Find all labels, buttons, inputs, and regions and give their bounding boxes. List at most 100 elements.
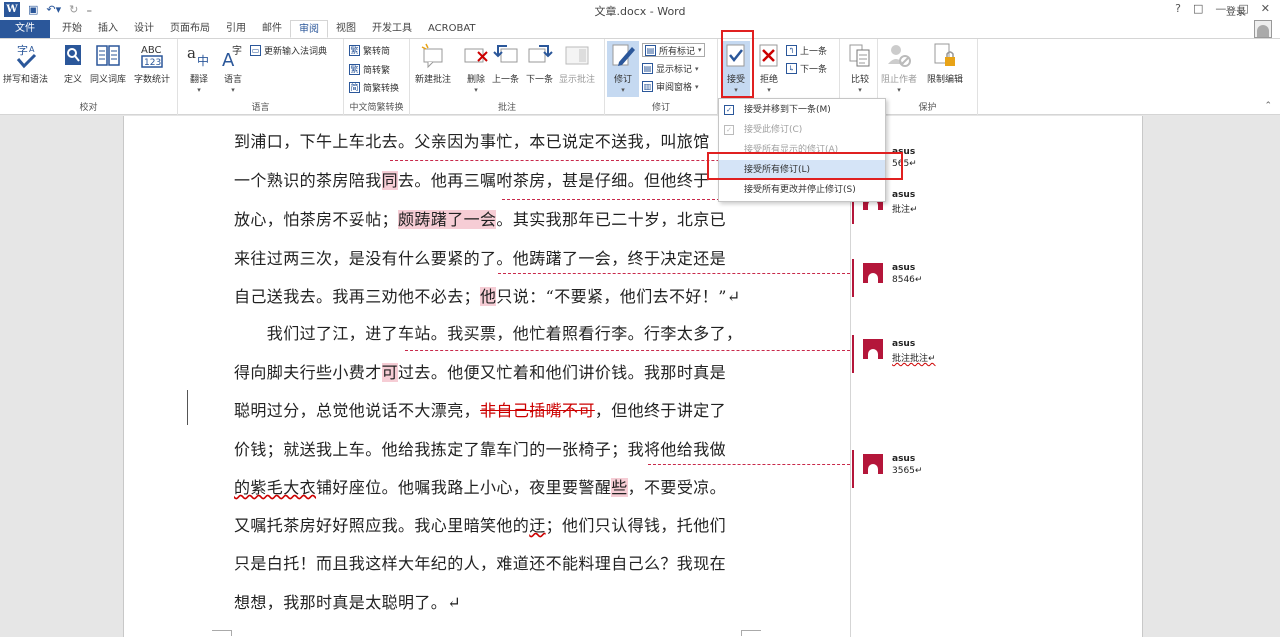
block-authors-button[interactable]: 阻止作者 ▾ [881,42,917,95]
minimize-button[interactable]: — [1215,2,1226,15]
show-markup-button[interactable]: ▤ 显示标记 ▾ [642,62,699,75]
tab-insert[interactable]: 插入 [90,20,126,38]
title-bar: W ▣ ↶▾ ↻ ₌ 文章.docx - Word ? □ — □ ✕ [0,0,1280,20]
doc-line[interactable]: 自己送我去。我再三劝他不必去；他只说：“不要紧，他们去不好！”↵ [234,283,741,307]
comment-text[interactable]: 批注↵ [892,202,918,215]
menu-accept-all-stop-tracking[interactable]: 接受所有更改并停止修订(S) [719,180,885,200]
next-comment-button[interactable]: 下一条 [526,42,553,85]
menu-accept-all-changes[interactable]: 接受所有修订(L) [719,160,885,180]
previous-comment-icon [492,42,519,69]
accept-check-icon [723,42,749,69]
customize-qat-icon[interactable]: ₌ [86,3,92,16]
tab-developer[interactable]: 开发工具 [364,20,420,38]
comment-text[interactable]: 3565↵ [892,466,922,476]
doc-line[interactable]: 到浦口，下午上车北去。父亲因为事忙，本已说定不送我，叫旅馆 [234,128,710,152]
doc-line[interactable]: 想想，我那时真是太聪明了。↵ [234,589,461,613]
group-proofing: 字A 拼写和语法 定义 同义词库 ABC 123 字数统计 校对 [0,39,178,115]
chinese-conversion-button[interactable]: 简 简繁转换 [349,81,399,94]
word-app-icon[interactable]: W [4,2,20,17]
delete-comment-button[interactable]: 删除 ▾ [463,42,489,95]
track-changes-button[interactable]: 修订 ▾ [607,41,639,97]
group-language-label: 语言 [251,103,270,113]
tab-home[interactable]: 开始 [54,20,90,38]
tab-file[interactable]: 文件 [0,20,50,38]
restrict-editing-button[interactable]: 限制编辑 [927,42,963,85]
tab-view[interactable]: 视图 [328,20,364,38]
doc-line[interactable]: 放心，怕茶房不妥帖；颇踌躇了一会。其实我那年已二十岁，北京已 [234,206,726,230]
tab-design[interactable]: 设计 [126,20,162,38]
group-tracking-label: 修订 [651,103,670,113]
tab-acrobat[interactable]: ACROBAT [420,20,484,38]
menu-accept-this-change[interactable]: ✓ 接受此修订(C) [719,120,885,140]
next-change-button[interactable]: ↳ 下一条 [786,62,827,75]
next-change-icon: ↳ [786,63,797,74]
doc-line[interactable]: 我们过了江，进了车站。我买票，他忙着照看行李。行李太多了， [234,320,742,344]
word-count-button[interactable]: ABC 123 字数统计 [134,42,170,85]
simplified-to-traditional-button[interactable]: 繁 简转繁 [349,63,390,76]
new-comment-button[interactable]: 新建批注 [415,42,451,85]
previous-comment-button[interactable]: 上一条 [492,42,519,85]
chevron-down-icon: ▾ [698,46,702,54]
group-tracking: 修订 ▾ ▤ 所有标记 ▾ ▤ 显示标记 ▾ ▥ 审阅窗格 ▾ 修订 [605,39,718,115]
svg-text:ABC: ABC [141,45,162,56]
comment-text[interactable]: 8546↵ [892,275,922,285]
close-button[interactable]: ✕ [1261,2,1270,15]
inserted-text: 同 [381,171,399,190]
update-ime-dictionary-button[interactable]: ▭ 更新输入法词典 [250,44,327,57]
menu-accept-and-move-next[interactable]: ✓ 接受并移到下一条(M) [719,100,885,120]
doc-line[interactable]: 聪明过分，总觉他说话不大漂亮，非自己插嘴不可，但他终于讲定了 [234,397,726,421]
user-avatar-icon [863,263,883,283]
help-button[interactable]: ? [1175,2,1181,15]
show-markup-icon: ▤ [642,63,653,74]
compare-button[interactable]: 比较 ▾ [847,42,873,95]
show-comments-button[interactable]: 显示批注 [559,42,595,85]
reject-button[interactable]: 拒绝 ▾ [756,42,782,95]
menu-accept-all-shown[interactable]: 接受所有显示的修订(A) [719,140,885,160]
language-button[interactable]: A字 语言 ▾ [220,42,246,95]
lock-icon [932,42,958,69]
doc-line[interactable]: 又嘱托茶房好好照应我。我心里暗笑他的迂；他们只认得钱，托他们 [234,512,726,536]
login-link[interactable]: 登录 [1226,3,1246,18]
save-icon[interactable]: ▣ [28,3,38,16]
group-language: a中 翻译 ▾ A字 语言 ▾ ▭ 更新输入法词典 语言 [178,39,344,115]
define-button[interactable]: 定义 [60,42,86,85]
text-run: 到浦口，下午上车北去。父亲因为事忙，本已说定不送我，叫旅馆 [234,132,710,151]
thesaurus-button[interactable]: 同义词库 [90,42,126,85]
text-run: 。其实我那年已二十岁，北京已 [496,210,727,229]
translate-button[interactable]: a中 翻译 ▾ [186,42,212,95]
doc-line[interactable]: 的紫毛大衣铺好座位。他嘱我路上小心，夜里要警醒些，不要受凉。 [234,474,726,498]
comment-text[interactable]: 565↵ [892,159,917,169]
translate-icon: a中 [186,42,212,69]
accept-button[interactable]: 接受 ▾ [722,41,750,97]
svg-text:字: 字 [232,44,242,57]
new-comment-icon [420,42,446,69]
tab-mailings[interactable]: 邮件 [254,20,290,38]
review-pane-button[interactable]: ▥ 审阅窗格 ▾ [642,80,699,93]
doc-line[interactable]: 来往过两三次，是没有什么要紧的了。他踌躇了一会，终于决定还是 [234,245,726,269]
ribbon-display-options-button[interactable]: □ [1193,2,1203,15]
compare-icon [847,42,873,69]
spelling-grammar-button[interactable]: 字A 拼写和语法 [3,42,48,85]
undo-icon[interactable]: ↶▾ [46,3,61,16]
doc-line[interactable]: 一个熟识的茶房陪我同去。他再三嘱咐茶房，甚是仔细。但他终于 [234,167,710,191]
doc-line[interactable]: 价钱；就送我上车。他给我拣定了靠车门的一张椅子；我将他给我做 [234,436,726,460]
comment-balloon[interactable]: asus 批注批注↵ [852,335,972,373]
text-run: ，不要受凉。 [627,478,727,497]
collapse-ribbon-icon[interactable]: ⌃ [1264,101,1272,111]
doc-line[interactable]: 得向脚夫行些小费才可过去。他便又忙着和他们讲价钱。我那时真是 [234,359,726,383]
previous-change-button[interactable]: ↰ 上一条 [786,44,827,57]
user-avatar-icon [863,339,883,359]
comment-balloon[interactable]: asus 8546↵ [852,259,972,297]
redo-icon[interactable]: ↻ [69,3,78,16]
reject-x-icon [756,42,782,69]
markup-view-dropdown[interactable]: ▤ 所有标记 ▾ [642,43,705,57]
tab-review[interactable]: 审阅 [290,20,328,38]
accept-dropdown-menu: ✓ 接受并移到下一条(M) ✓ 接受此修订(C) 接受所有显示的修订(A) 接受… [718,98,886,202]
doc-line[interactable]: 只是白托！而且我这样大年纪的人，难道还不能料理自己么？我现在 [234,550,726,574]
tab-references[interactable]: 引用 [218,20,254,38]
traditional-to-simplified-button[interactable]: 繁 繁转简 [349,44,390,57]
comment-balloon[interactable]: asus 3565↵ [852,450,972,488]
tab-layout[interactable]: 页面布局 [162,20,218,38]
user-avatar[interactable] [1254,20,1272,38]
comment-text[interactable]: 批注批注↵ [892,351,936,364]
